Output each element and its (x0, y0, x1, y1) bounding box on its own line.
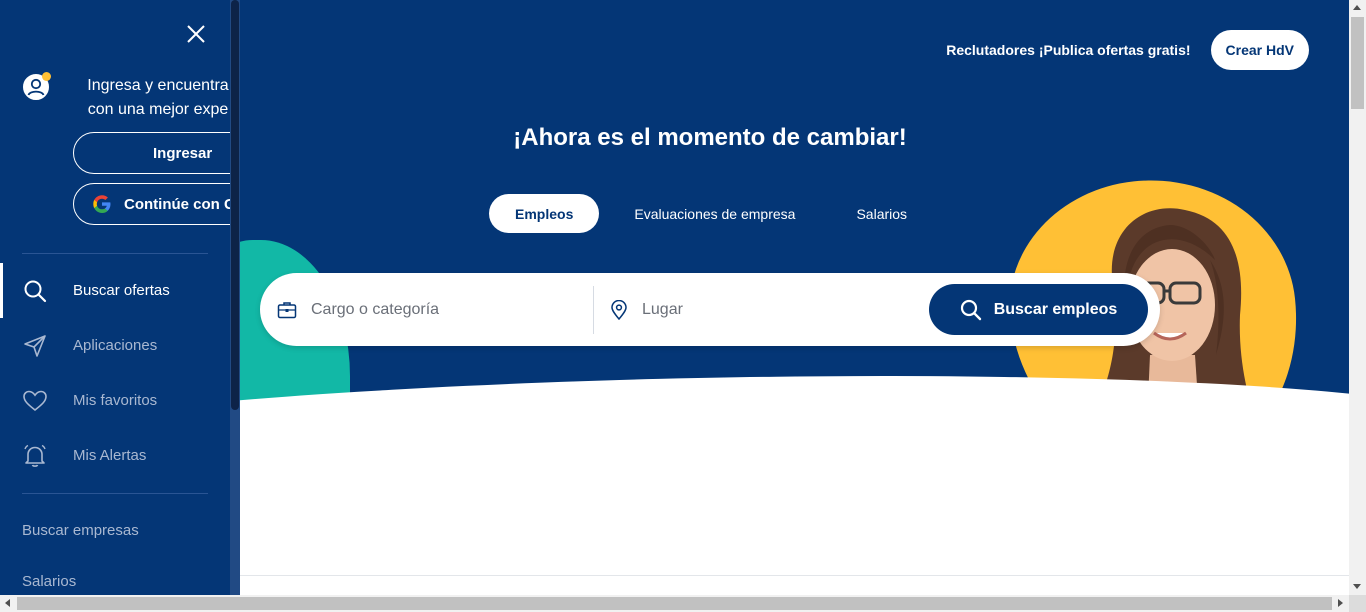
google-login-label: Continúe con G (124, 195, 236, 213)
scroll-right-arrow-icon[interactable] (1338, 599, 1343, 607)
search-icon (960, 299, 981, 320)
sidebar-scrollbar[interactable] (230, 0, 240, 595)
page: Reclutadores ¡Publica ofertas gratis! Cr… (0, 0, 1349, 595)
vertical-scrollbar-thumb[interactable] (1351, 17, 1364, 109)
google-icon (93, 195, 111, 213)
sidebar-item-label: Aplicaciones (73, 337, 158, 354)
search-jobs-button[interactable]: Buscar empleos (929, 284, 1148, 335)
welcome-line-1: Ingresa y encuentra (87, 77, 229, 94)
login-button[interactable]: Ingresar (73, 132, 240, 174)
send-icon (24, 335, 46, 357)
close-icon[interactable] (184, 22, 208, 46)
create-cv-button[interactable]: Crear HdV (1210, 30, 1309, 70)
scrollbar-corner (1349, 595, 1366, 612)
sidebar-divider (22, 253, 208, 254)
sidebar-item-label: Mis Alertas (73, 447, 147, 464)
location-field (594, 286, 928, 334)
header-actions: Reclutadores ¡Publica ofertas gratis! Cr… (946, 30, 1309, 70)
sidebar-item-aplicaciones[interactable]: Aplicaciones (0, 318, 230, 373)
job-search-input[interactable] (311, 300, 571, 319)
welcome-line-2: con una mejor expe (87, 101, 229, 118)
heart-icon (23, 390, 47, 412)
sidebar-divider (22, 493, 208, 494)
tab-evaluaciones[interactable]: Evaluaciones de empresa (608, 194, 821, 233)
bell-icon (24, 444, 46, 467)
notification-dot (42, 72, 51, 81)
content-divider (240, 575, 1349, 576)
job-field (260, 285, 594, 334)
sidebar-item-label: Mis favoritos (73, 392, 158, 409)
sidebar-link-salarios[interactable]: Salarios (22, 573, 76, 590)
sidebar-scrollbar-thumb[interactable] (231, 0, 239, 410)
welcome-message: Ingresa y encuentra con una mejor expe (78, 74, 238, 122)
sidebar-link-buscar-empresas[interactable]: Buscar empresas (22, 522, 139, 539)
sidebar-item-label: Buscar ofertas (73, 282, 170, 299)
tagline-prefix: Encuentra el empleo que encaja contigo, … (454, 402, 846, 422)
scroll-left-arrow-icon[interactable] (5, 599, 10, 607)
side-menu: Ingresa y encuentra con una mejor expe I… (0, 0, 240, 595)
hero-tagline: Encuentra el empleo que encaja contigo, … (240, 402, 1180, 423)
location-input[interactable] (642, 300, 902, 319)
tab-salarios[interactable]: Salarios (830, 194, 933, 233)
sidebar-item-buscar-ofertas[interactable]: Buscar ofertas (0, 263, 230, 318)
offer-count: 91.803 (850, 402, 906, 422)
tagline-suffix: ofertas (910, 402, 966, 422)
scroll-up-arrow-icon[interactable] (1353, 5, 1361, 10)
sidebar-item-mis-alertas[interactable]: Mis Alertas (0, 428, 230, 483)
hero-title: ¡Ahora es el momento de cambiar! (513, 124, 907, 151)
horizontal-scrollbar[interactable] (0, 595, 1349, 612)
sidebar-item-mis-favoritos[interactable]: Mis favoritos (0, 373, 230, 428)
search-jobs-label: Buscar empleos (993, 300, 1118, 318)
location-pin-icon (611, 299, 627, 320)
horizontal-scrollbar-thumb[interactable] (17, 597, 1332, 610)
scroll-down-arrow-icon[interactable] (1353, 584, 1361, 589)
briefcase-icon (277, 301, 297, 318)
vertical-scrollbar[interactable] (1349, 0, 1366, 595)
tab-empleos[interactable]: Empleos (489, 194, 600, 233)
job-search-bar: Buscar empleos (260, 273, 1160, 346)
recruiters-link[interactable]: Reclutadores ¡Publica ofertas gratis! (946, 42, 1190, 58)
search-icon (24, 280, 47, 303)
search-tabs: Empleos Evaluaciones de empresa Salarios (489, 194, 933, 233)
google-login-button[interactable]: Continúe con G (73, 183, 240, 225)
